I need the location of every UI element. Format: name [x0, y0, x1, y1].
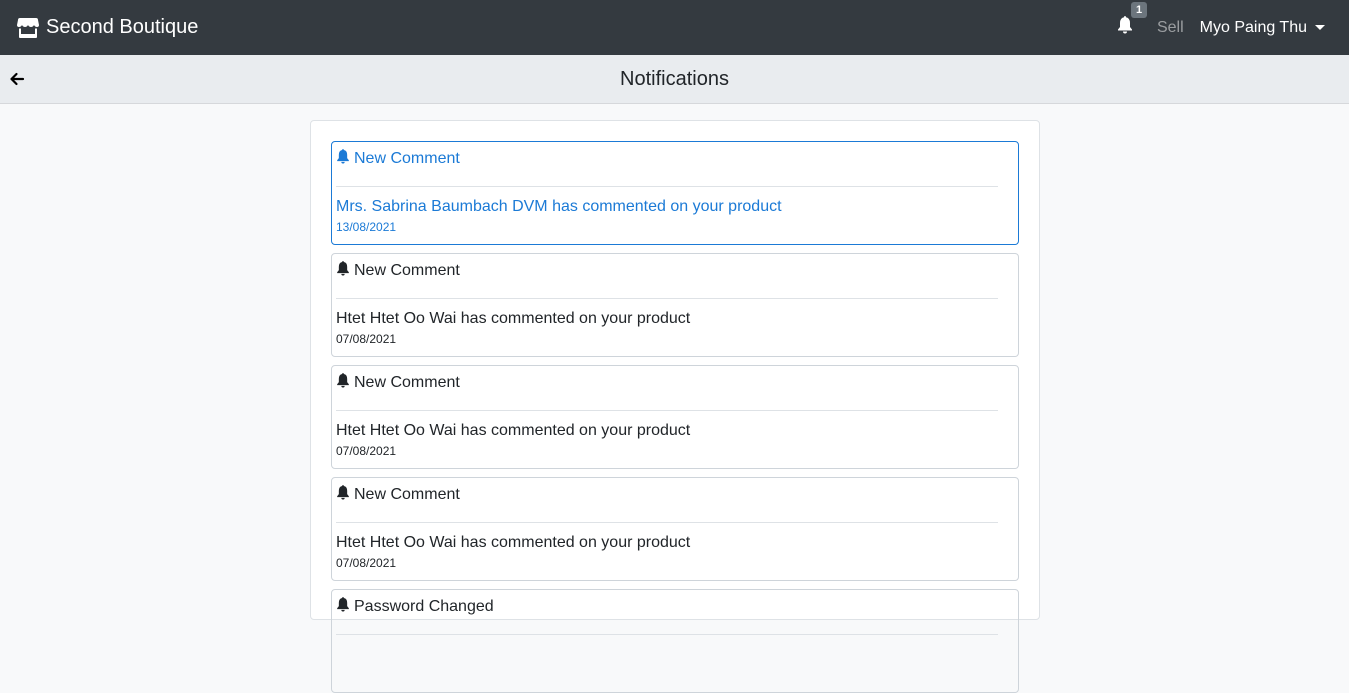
notification-item[interactable]: New Comment Htet Htet Oo Wai has comment…	[331, 253, 1019, 357]
notification-title: New Comment	[354, 374, 460, 391]
divider	[336, 522, 998, 523]
caret-down-icon	[1315, 25, 1325, 30]
notification-title: Password Changed	[354, 598, 494, 615]
page-header: Notifications	[0, 55, 1349, 104]
notification-title: New Comment	[354, 262, 460, 279]
notification-date: 13/08/2021	[336, 220, 397, 234]
divider	[336, 634, 998, 635]
user-name: Myo Paing Thu	[1199, 18, 1307, 36]
notification-item[interactable]: Password Changed	[331, 589, 1019, 693]
bell-icon	[336, 485, 350, 505]
divider	[336, 410, 998, 411]
divider	[336, 298, 998, 299]
user-menu-dropdown[interactable]: Myo Paing Thu	[1192, 19, 1333, 37]
divider	[336, 186, 998, 187]
notification-header: Password Changed	[336, 597, 1014, 617]
brand-link[interactable]: Second Boutique	[16, 16, 198, 39]
notification-message: Htet Htet Oo Wai has commented on your p…	[336, 534, 691, 551]
sell-link[interactable]: Sell	[1149, 19, 1192, 37]
notification-date: 07/08/2021	[336, 444, 397, 458]
notification-message: Mrs. Sabrina Baumbach DVM has commented …	[336, 198, 782, 215]
notification-item[interactable]: New Comment Mrs. Sabrina Baumbach DVM ha…	[331, 141, 1019, 245]
bell-icon	[336, 261, 350, 281]
notification-header: New Comment	[336, 261, 1014, 281]
brand-name: Second Boutique	[46, 16, 199, 38]
notification-header: New Comment	[336, 149, 1014, 169]
notification-item[interactable]: New Comment Htet Htet Oo Wai has comment…	[331, 365, 1019, 469]
bell-icon	[336, 597, 350, 617]
notification-message: Htet Htet Oo Wai has commented on your p…	[336, 422, 691, 439]
notification-date: 07/08/2021	[336, 556, 397, 570]
notifications-card: New Comment Mrs. Sabrina Baumbach DVM ha…	[310, 120, 1040, 693]
top-navbar: Second Boutique 1 Sell Myo Paing Thu	[0, 0, 1349, 55]
notification-title: New Comment	[354, 150, 460, 167]
store-icon	[16, 17, 40, 39]
notification-count-badge: 1	[1130, 2, 1148, 18]
notification-item[interactable]: New Comment Htet Htet Oo Wai has comment…	[331, 477, 1019, 581]
notification-title: New Comment	[354, 486, 460, 503]
notification-message: Htet Htet Oo Wai has commented on your p…	[336, 310, 691, 327]
notification-date: 07/08/2021	[336, 332, 397, 346]
bell-icon	[336, 373, 350, 393]
notifications-link[interactable]: 1	[1117, 2, 1148, 39]
bell-icon	[1117, 16, 1133, 39]
bell-icon	[336, 149, 350, 169]
notification-list: New Comment Mrs. Sabrina Baumbach DVM ha…	[331, 141, 1019, 693]
notification-header: New Comment	[336, 373, 1014, 393]
notification-header: New Comment	[336, 485, 1014, 505]
back-arrow-icon[interactable]	[9, 71, 25, 92]
page-title: Notifications	[620, 67, 729, 90]
